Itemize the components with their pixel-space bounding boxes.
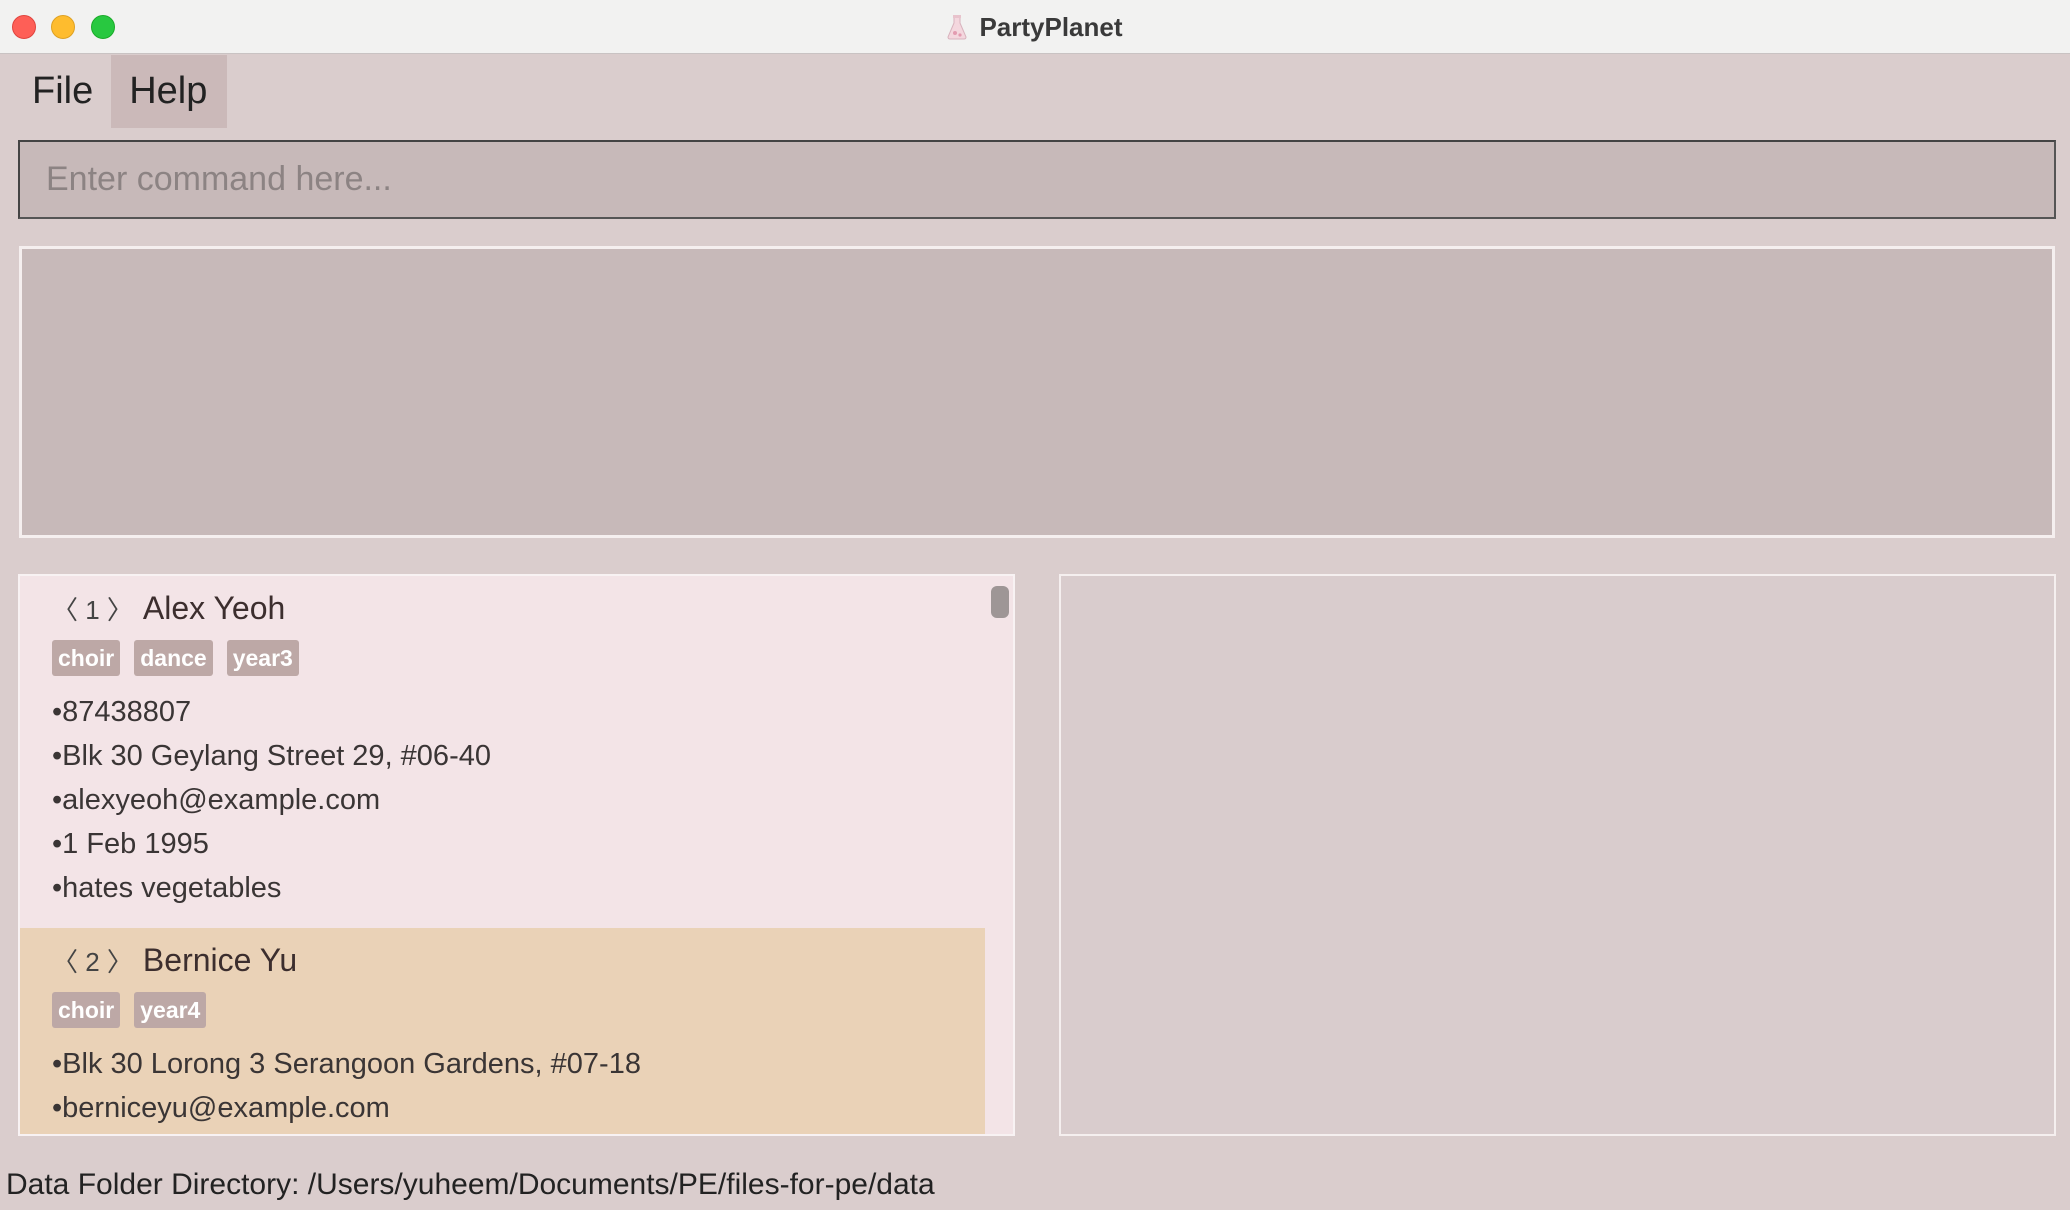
tag: choir bbox=[52, 992, 121, 1028]
window-title-group: PartyPlanet bbox=[0, 0, 2070, 54]
list-scrollbar[interactable] bbox=[983, 576, 1013, 1134]
tag: year3 bbox=[226, 640, 299, 676]
tag: year4 bbox=[134, 992, 207, 1028]
person-address: •Blk 30 Lorong 3 Serangoon Gardens, #07-… bbox=[52, 1048, 641, 1080]
person-address: •Blk 30 Geylang Street 29, #06-40 bbox=[52, 740, 491, 772]
person-index: 〈 2 〉 bbox=[52, 947, 133, 977]
tag-list: choir dance year3 bbox=[52, 640, 985, 678]
person-card-header: 〈 2 〉 Bernice Yu bbox=[52, 928, 985, 998]
menu-file[interactable]: File bbox=[0, 55, 111, 128]
person-list-panel[interactable]: 〈 1 〉 Alex Yeoh choir dance year3 •87438… bbox=[18, 574, 1015, 1136]
command-input[interactable] bbox=[20, 142, 2054, 217]
person-card[interactable]: 〈 1 〉 Alex Yeoh choir dance year3 •87438… bbox=[20, 576, 985, 926]
person-birthday: •1 Feb 1995 bbox=[52, 828, 209, 860]
tag-list: choir year4 bbox=[52, 992, 985, 1030]
title-bar: PartyPlanet bbox=[0, 0, 2070, 54]
menu-help[interactable]: Help bbox=[111, 55, 228, 128]
person-index: 〈 1 〉 bbox=[52, 595, 133, 625]
data-folder-status: Data Folder Directory: /Users/yuheem/Doc… bbox=[6, 1168, 935, 1201]
detail-panel bbox=[1059, 574, 2056, 1136]
person-email: •berniceyu@example.com bbox=[52, 1092, 390, 1124]
result-display[interactable] bbox=[19, 246, 2055, 538]
tag: choir bbox=[52, 640, 121, 676]
app-flask-icon bbox=[947, 14, 967, 40]
menu-bar: File Help bbox=[0, 55, 2070, 128]
person-name: Alex Yeoh bbox=[142, 590, 286, 626]
person-name: Bernice Yu bbox=[142, 942, 298, 978]
person-card-selected[interactable]: 〈 2 〉 Bernice Yu choir year4 •Blk 30 Lor… bbox=[20, 928, 985, 1134]
window-title: PartyPlanet bbox=[979, 11, 1123, 42]
scrollbar-thumb[interactable] bbox=[991, 586, 1009, 618]
command-box bbox=[18, 140, 2056, 219]
person-email: •alexyeoh@example.com bbox=[52, 784, 381, 816]
person-phone: •87438807 bbox=[52, 696, 192, 728]
person-remark: •hates vegetables bbox=[52, 872, 282, 904]
tag: dance bbox=[134, 640, 213, 676]
person-card-header: 〈 1 〉 Alex Yeoh bbox=[52, 576, 985, 646]
